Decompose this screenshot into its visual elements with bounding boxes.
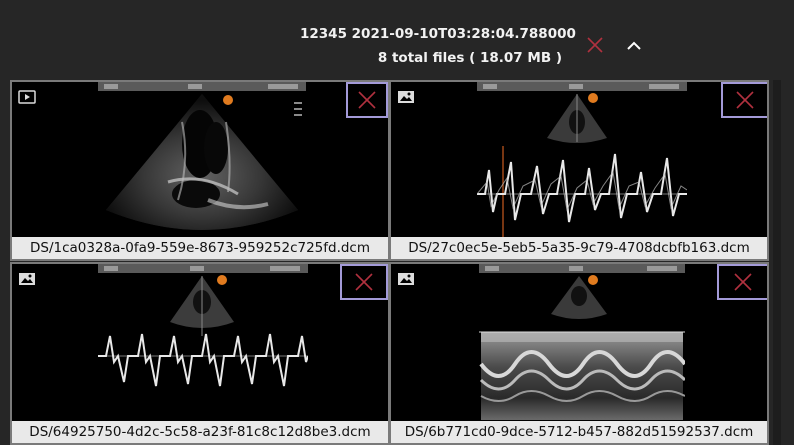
x-icon [355,273,373,291]
file-card[interactable]: DS/1ca0328a-0fa9-559e-8673-959252c725fd.… [10,80,390,261]
video-icon [18,89,36,104]
file-grid: DS/1ca0328a-0fa9-559e-8673-959252c725fd.… [0,80,794,445]
file-card[interactable]: DS/64925750-4d2c-5c58-a23f-81c8c12d8be3.… [10,262,390,445]
file-thumbnail [12,264,388,421]
x-icon [358,91,376,109]
file-name: DS/6b771cd0-9dce-5712-b457-882d51592537.… [391,421,767,443]
x-icon [734,273,752,291]
scrollbar[interactable] [773,80,781,445]
study-line: 12345 2021-09-10T03:28:04.788000 [300,26,576,42]
file-name: DS/1ca0328a-0fa9-559e-8673-959252c725fd.… [12,237,388,259]
image-icon [397,271,415,285]
file-thumbnail [391,82,767,237]
image-icon [18,271,36,285]
file-name: DS/64925750-4d2c-5c58-a23f-81c8c12d8be3.… [12,421,388,443]
file-thumbnail [12,82,388,237]
file-card[interactable]: DS/6b771cd0-9dce-5712-b457-882d51592537.… [389,262,769,445]
file-card[interactable]: DS/27c0ec5e-5eb5-5a35-9c79-4708dcbfb163.… [389,80,769,261]
remove-file-button[interactable] [717,264,767,300]
remove-file-button[interactable] [340,264,388,300]
image-icon [397,89,415,103]
remove-file-button[interactable] [346,82,388,118]
x-icon [736,91,754,109]
chevron-up-icon[interactable] [624,38,644,54]
remove-file-button[interactable] [721,82,767,118]
file-thumbnail [391,264,767,421]
upload-header: 12345 2021-09-10T03:28:04.788000 8 total… [0,0,794,80]
file-name: DS/27c0ec5e-5eb5-5a35-9c79-4708dcbfb163.… [391,237,767,259]
study-info: 12345 2021-09-10T03:28:04.788000 8 total… [300,22,576,70]
close-icon[interactable] [585,35,605,55]
files-summary: 8 total files ( 18.07 MB ) [377,50,562,66]
